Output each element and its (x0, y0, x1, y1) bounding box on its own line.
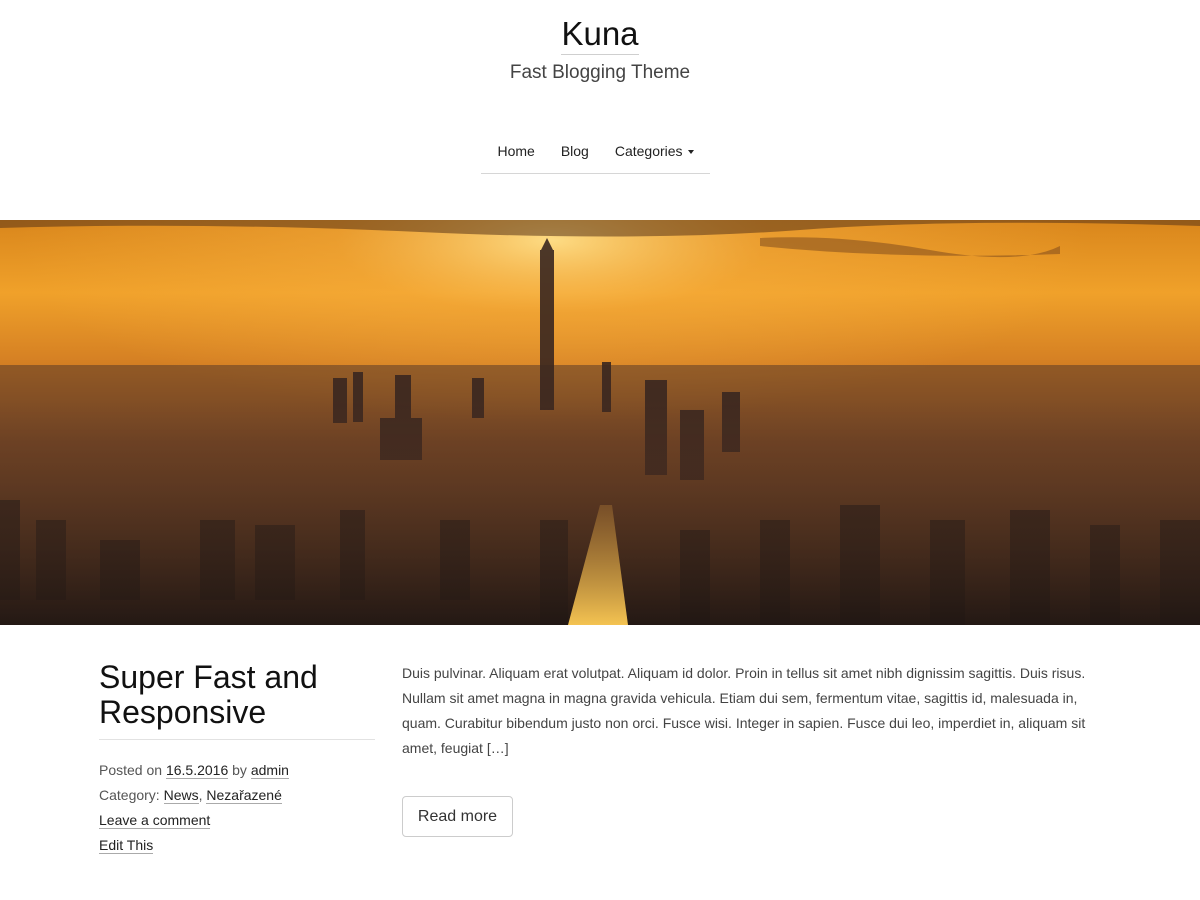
site-title-link[interactable]: Kuna (561, 15, 639, 55)
main-navigation: Home Blog Categories (481, 130, 710, 174)
category-label: Category: (99, 787, 160, 803)
by-label: by (232, 762, 247, 778)
read-more-button[interactable]: Read more (402, 796, 513, 837)
post-meta-comments: Leave a comment (99, 810, 211, 830)
post-excerpt: Duis pulvinar. Aliquam erat volutpat. Al… (402, 665, 1086, 756)
hero-cityscape-illustration (0, 220, 1200, 625)
nav-categories-label: Categories (614, 143, 683, 159)
site-description: Fast Blogging Theme (509, 62, 691, 83)
post-meta-categories: Category: News, Nezařazené (99, 785, 282, 805)
site-header: Kuna Fast Blogging Theme Home Blog Categ… (0, 0, 1200, 220)
nav-home-label: Home (497, 143, 535, 159)
posted-on-label: Posted on (99, 762, 163, 778)
category-link-news[interactable]: News (163, 787, 199, 804)
nav-item-categories[interactable]: Categories (602, 130, 707, 173)
post-date-link[interactable]: 16.5.2016 (165, 762, 229, 779)
caret-down-icon (687, 150, 694, 154)
title-divider (99, 739, 375, 740)
nav-item-blog[interactable]: Blog (548, 130, 602, 173)
category-separator: , (198, 787, 203, 803)
leave-comment-link[interactable]: Leave a comment (99, 812, 211, 829)
post-meta-edit: Edit This (99, 835, 154, 855)
post-meta-date: Posted on 16.5.2016 by admin (99, 760, 289, 780)
hero-image (0, 220, 1200, 625)
author-link[interactable]: admin (250, 762, 289, 779)
nav-blog-label: Blog (560, 143, 589, 159)
post-title[interactable]: Super Fast and Responsive (99, 660, 375, 730)
category-link-nezarazene[interactable]: Nezařazené (206, 787, 282, 804)
site-title: Kuna (0, 14, 1200, 55)
edit-post-link[interactable]: Edit This (99, 837, 154, 854)
nav-item-home[interactable]: Home (484, 130, 547, 173)
